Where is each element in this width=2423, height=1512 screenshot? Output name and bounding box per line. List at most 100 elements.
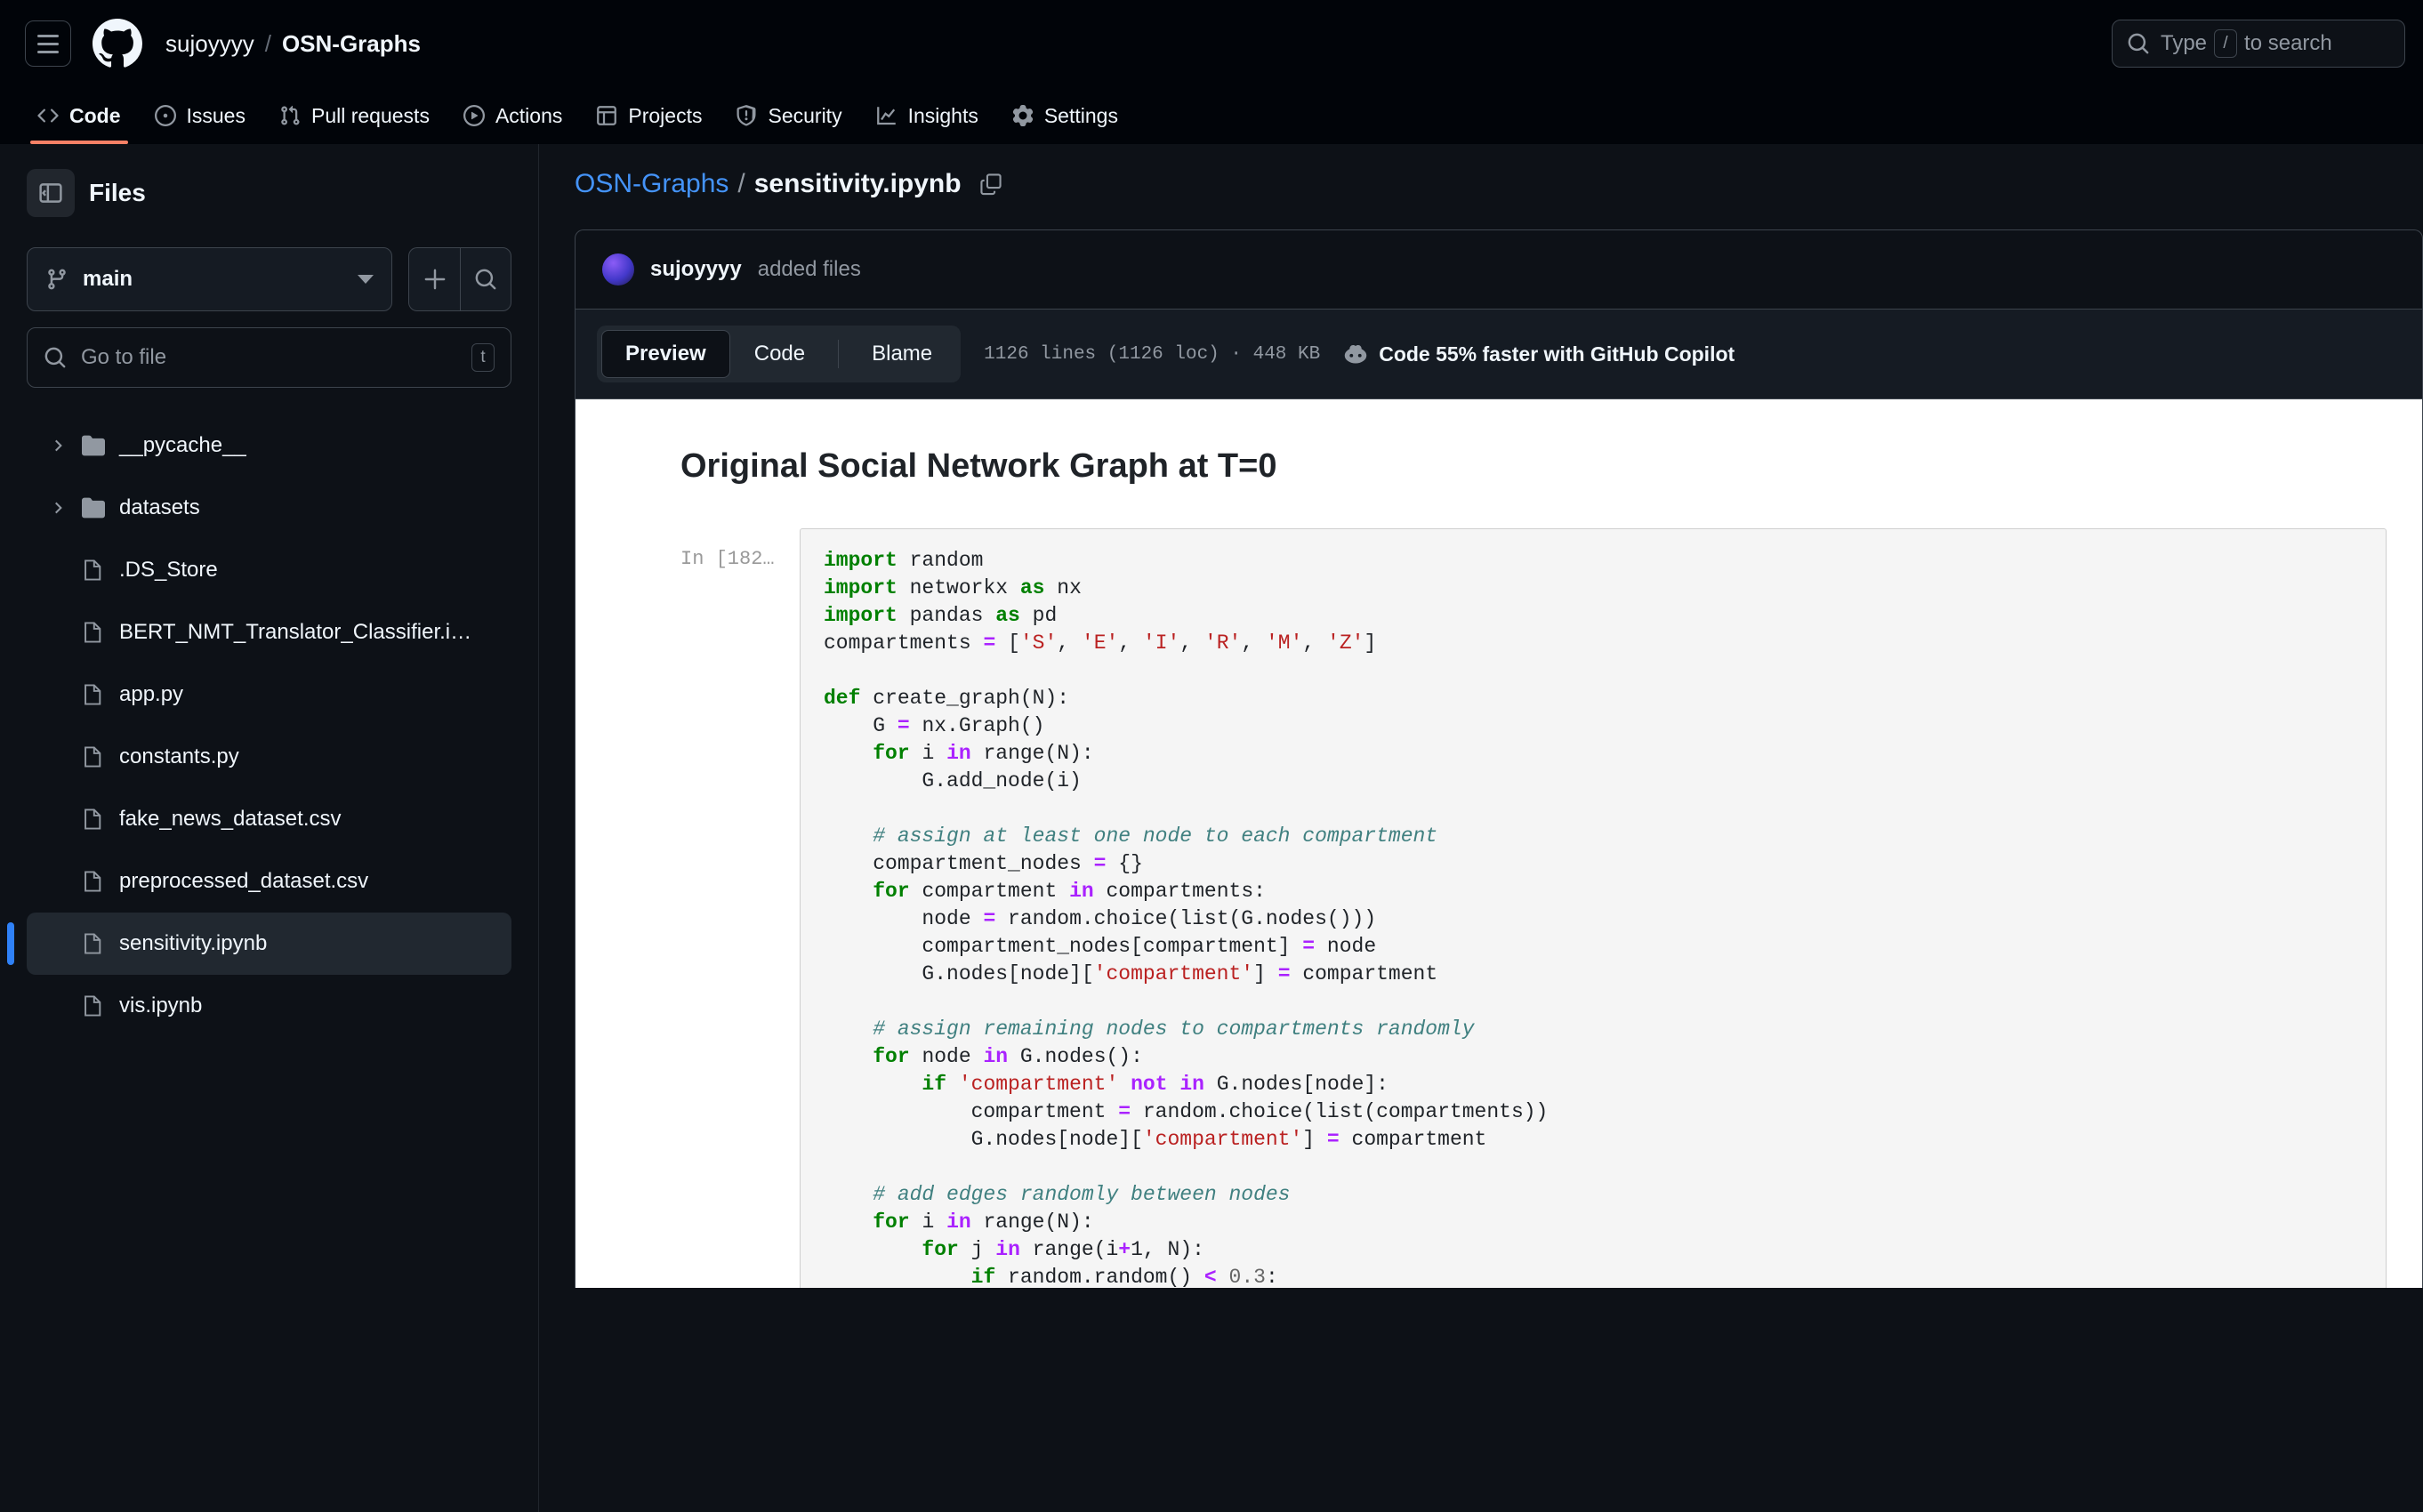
- global-search-input[interactable]: Type / to search: [2112, 20, 2405, 68]
- play-icon: [463, 105, 485, 126]
- shield-icon: [737, 105, 756, 126]
- notebook-paper: Original Social Network Graph at T=0 In …: [576, 399, 2422, 1288]
- tab-security[interactable]: Security: [721, 87, 856, 144]
- table-icon: [597, 106, 617, 125]
- file-breadcrumb: OSN-Graphs / sensitivity.ipynb: [575, 169, 2423, 199]
- view-mode-switch: Preview Code Blame: [597, 326, 962, 382]
- file-name: BERT_NMT_Translator_Classifier.i…: [119, 620, 472, 644]
- tree-item-pycache[interactable]: __pycache__: [27, 414, 511, 477]
- tab-label: Actions: [495, 103, 563, 127]
- file-icon: [85, 933, 101, 954]
- chevron-down-icon: [358, 275, 374, 284]
- file-icon: [85, 559, 101, 581]
- file-name: fake_news_dataset.csv: [119, 807, 342, 831]
- search-icon: [475, 269, 496, 290]
- gear-icon: [1012, 105, 1033, 126]
- file-icon: [85, 622, 101, 643]
- go-to-file-input[interactable]: Go to file t: [27, 327, 511, 388]
- tab-label: Settings: [1043, 103, 1118, 127]
- cell-prompt: In [182…: [680, 548, 775, 570]
- file-name: datasets: [119, 495, 200, 519]
- tree-item-vis-ipynb[interactable]: vis.ipynb: [27, 975, 511, 1037]
- file-name: vis.ipynb: [119, 993, 203, 1017]
- file-icon: [85, 684, 101, 705]
- branch-name: main: [83, 267, 133, 291]
- file-view-main: OSN-Graphs / sensitivity.ipynb sujoyyyy …: [539, 144, 2423, 1512]
- repo-breadcrumb: sujoyyyy / OSN-Graphs: [165, 30, 421, 58]
- tab-code[interactable]: Code: [730, 330, 829, 378]
- copilot-promo-link[interactable]: Code 55% faster with GitHub Copilot: [1343, 342, 1735, 366]
- copy-path-icon[interactable]: [979, 173, 1002, 196]
- tree-item-ds-store[interactable]: .DS_Store: [27, 539, 511, 601]
- tab-actions[interactable]: Actions: [449, 87, 576, 144]
- page-body: Files main Go to file t __pycache__ data…: [0, 144, 2423, 1512]
- hamburger-menu-button[interactable]: [25, 20, 71, 67]
- search-placeholder-head: Type: [2161, 31, 2208, 55]
- search-placeholder: Type / to search: [2161, 29, 2332, 58]
- file-icon: [85, 808, 101, 830]
- segment-divider: [838, 340, 840, 368]
- folder-icon: [82, 435, 105, 456]
- tab-insights[interactable]: Insights: [862, 87, 993, 144]
- repo-navigation: Code Issues Pull requests Actions Projec…: [0, 87, 2423, 144]
- add-file-button[interactable]: [408, 247, 460, 311]
- tree-item-app-py[interactable]: app.py: [27, 664, 511, 726]
- files-header: Files: [27, 169, 511, 217]
- file-name: preprocessed_dataset.csv: [119, 869, 369, 893]
- tab-label: Security: [768, 103, 842, 127]
- notebook-cell: In [182… import random import networkx a…: [680, 528, 2387, 1288]
- file-icon: [85, 746, 101, 768]
- tab-projects[interactable]: Projects: [582, 87, 716, 144]
- github-logo-icon[interactable]: [93, 19, 142, 68]
- cell-source-code[interactable]: import random import networkx as nx impo…: [800, 528, 2387, 1288]
- tree-item-datasets[interactable]: datasets: [27, 477, 511, 539]
- tab-preview[interactable]: Preview: [601, 330, 730, 378]
- collapse-sidebar-button[interactable]: [27, 169, 75, 217]
- tab-label: Code: [69, 103, 121, 127]
- breadcrumb-separator: /: [737, 169, 745, 198]
- owner-link[interactable]: sujoyyyy: [165, 30, 254, 58]
- tree-item-constants-py[interactable]: constants.py: [27, 726, 511, 788]
- go-to-file-key-badge: t: [471, 343, 495, 372]
- sidebar-collapse-icon: [39, 183, 62, 203]
- search-files-button[interactable]: [460, 247, 511, 311]
- tree-item-bert-nmt[interactable]: BERT_NMT_Translator_Classifier.i…: [27, 601, 511, 664]
- git-pull-request-icon: [281, 105, 300, 125]
- tree-item-fake-news-dataset[interactable]: fake_news_dataset.csv: [27, 788, 511, 850]
- breadcrumb-file-name: sensitivity.ipynb: [753, 169, 962, 198]
- repo-link[interactable]: OSN-Graphs: [282, 30, 421, 58]
- tab-label: Projects: [628, 103, 703, 127]
- tab-settings[interactable]: Settings: [998, 87, 1132, 144]
- avatar[interactable]: [602, 253, 634, 286]
- git-branch-icon: [48, 269, 66, 290]
- file-name: __pycache__: [119, 433, 246, 457]
- hamburger-bar: [37, 42, 59, 45]
- top-header: sujoyyyy / OSN-Graphs Type / to search: [0, 0, 2423, 87]
- go-to-file-placeholder: Go to file: [81, 345, 167, 369]
- breadcrumb-repo-link[interactable]: OSN-Graphs: [575, 169, 729, 199]
- tab-issues[interactable]: Issues: [141, 87, 260, 144]
- branch-selector[interactable]: main: [27, 247, 392, 311]
- breadcrumb-separator: /: [264, 29, 271, 57]
- hamburger-bar: [37, 34, 59, 37]
- folder-icon: [82, 497, 105, 519]
- copilot-promo-label: Code 55% faster with GitHub Copilot: [1379, 342, 1735, 366]
- tab-pull-requests[interactable]: Pull requests: [265, 87, 444, 144]
- plus-icon: [424, 269, 445, 290]
- file-toolbar: Preview Code Blame 1126 lines (1126 loc)…: [575, 309, 2423, 398]
- tree-item-preprocessed-dataset[interactable]: preprocessed_dataset.csv: [27, 850, 511, 913]
- chevron-right-icon: [48, 500, 68, 516]
- file-tree-sidebar: Files main Go to file t __pycache__ data…: [0, 144, 539, 1512]
- graph-icon: [876, 107, 896, 125]
- tab-blame[interactable]: Blame: [848, 330, 956, 378]
- branch-row: main: [27, 247, 511, 311]
- tab-code[interactable]: Code: [23, 87, 135, 144]
- commit-author[interactable]: sujoyyyy: [650, 257, 742, 282]
- copy-icon-glyph: [979, 173, 1002, 196]
- notebook-heading: Original Social Network Graph at T=0: [680, 447, 1277, 485]
- notebook-content: Original Social Network Graph at T=0 In …: [576, 447, 2422, 1288]
- commit-message[interactable]: added files: [758, 257, 861, 282]
- file-icon: [85, 995, 101, 1017]
- tree-item-sensitivity-ipynb[interactable]: sensitivity.ipynb: [7, 913, 511, 975]
- file-name: app.py: [119, 682, 184, 706]
